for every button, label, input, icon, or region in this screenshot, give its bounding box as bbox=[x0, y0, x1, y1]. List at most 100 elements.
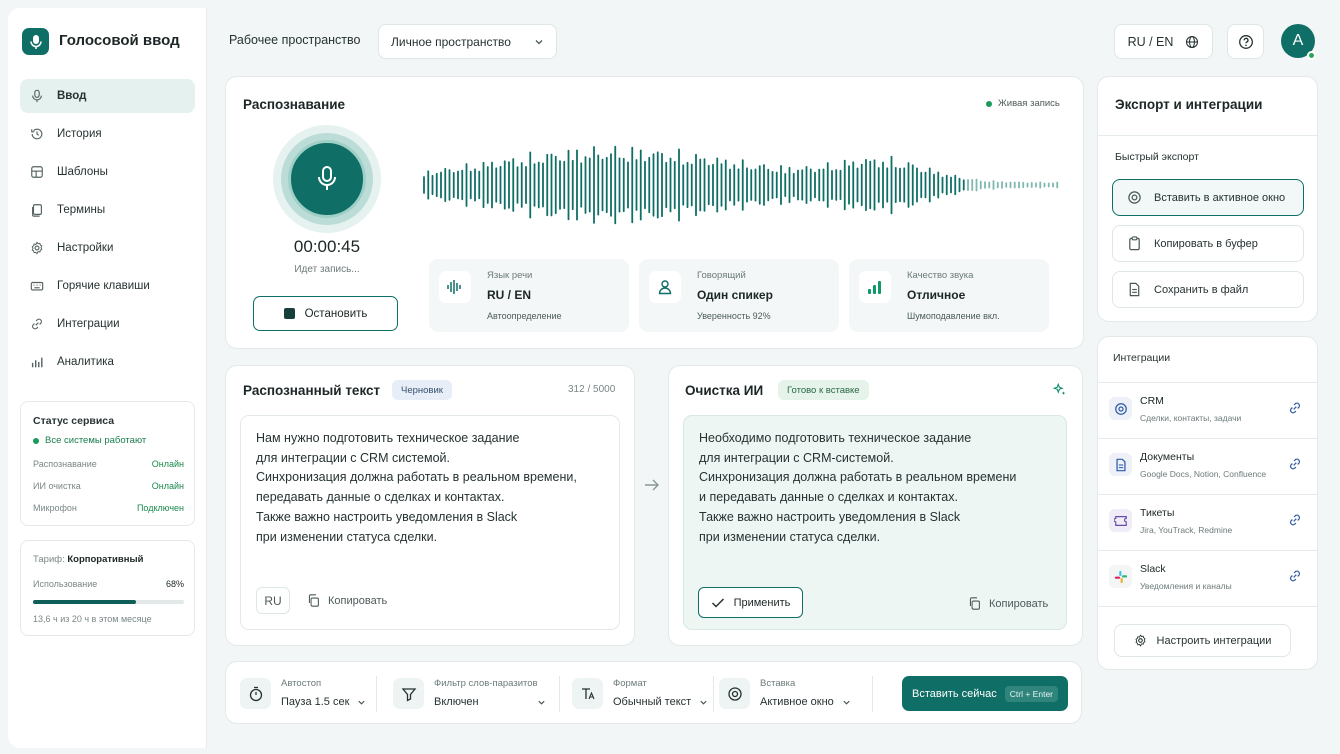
divider bbox=[376, 676, 377, 712]
waveform-icon bbox=[439, 271, 471, 303]
sidebar-nav: Ввод История Шаблоны Термины Настройки Г… bbox=[20, 79, 195, 383]
recognition-panel: Распознавание Живая запись 00:00:45 Идет… bbox=[225, 76, 1084, 349]
export-button-label: Сохранить в файл bbox=[1154, 283, 1249, 296]
live-dot bbox=[986, 100, 992, 107]
divider bbox=[872, 676, 873, 712]
sidebar-item-history[interactable]: История bbox=[20, 117, 195, 151]
export-button-label: Копировать в буфер bbox=[1154, 237, 1258, 250]
arrow-right-icon bbox=[645, 479, 659, 491]
language-button[interactable]: RU / EN bbox=[1114, 24, 1213, 59]
integration-crm[interactable]: CRM Сделки, контакты, задачи bbox=[1098, 382, 1317, 438]
status-title: Статус сервиса bbox=[33, 415, 115, 427]
sidebar-item-input[interactable]: Ввод bbox=[20, 79, 195, 113]
link-icon[interactable] bbox=[1288, 401, 1302, 415]
usage-value: 68% bbox=[165, 579, 184, 589]
usage-progress-bar bbox=[33, 600, 184, 604]
link-icon[interactable] bbox=[1288, 569, 1302, 583]
workspace-select[interactable]: Личное пространство bbox=[378, 24, 557, 59]
app-logo-mic-icon bbox=[22, 28, 49, 55]
link-icon bbox=[32, 318, 42, 330]
sidebar-item-label: Термины bbox=[57, 204, 106, 216]
sidebar-item-label: Аналитика bbox=[57, 356, 114, 368]
filter-icon bbox=[393, 678, 424, 709]
integration-tickets[interactable]: Тикеты Jira, YouTrack, Redmine bbox=[1098, 494, 1317, 550]
integration-documents[interactable]: Документы Google Docs, Notion, Confluenc… bbox=[1098, 438, 1317, 494]
sparkle-icon[interactable] bbox=[1053, 383, 1067, 397]
chevron-down-icon bbox=[843, 700, 850, 705]
ai-cleanup-panel: Очистка ИИ Готово к вставке Необходимо п… bbox=[668, 365, 1083, 646]
target-icon bbox=[1128, 191, 1141, 204]
stat-value: Отличное bbox=[907, 288, 966, 302]
status-row: ИИ очистка Онлайн bbox=[33, 481, 184, 491]
option-label: Фильтр слов-паразитов bbox=[434, 678, 538, 689]
app-title: Голосовой ввод bbox=[59, 32, 180, 49]
live-text: Живая запись bbox=[998, 98, 1060, 109]
plan-name: Корпоративный bbox=[67, 554, 144, 565]
copy-label: Копировать bbox=[989, 597, 1049, 610]
export-button-label: Вставить в активное окно bbox=[1154, 191, 1286, 204]
save-to-file-button[interactable]: Сохранить в файл bbox=[1112, 271, 1304, 308]
workspace-label: Рабочее пространство bbox=[229, 33, 361, 47]
insert-active-window-button[interactable]: Вставить в активное окно bbox=[1112, 179, 1304, 216]
export-title: Экспорт и интеграции bbox=[1115, 97, 1263, 112]
copy-raw-button[interactable]: Копировать bbox=[307, 594, 387, 607]
apply-button[interactable]: Применить bbox=[698, 587, 803, 618]
record-mic-button[interactable] bbox=[288, 140, 366, 218]
copy-ai-button[interactable]: Копировать bbox=[968, 597, 1048, 610]
status-row-label: ИИ очистка bbox=[33, 481, 81, 491]
option-format[interactable]: Формат Обычный текст bbox=[572, 676, 710, 712]
char-count: 312 / 5000 bbox=[568, 384, 616, 395]
insert-now-button[interactable]: Вставить сейчас Ctrl + Enter bbox=[902, 676, 1068, 711]
option-insert-target[interactable]: Вставка Активное окно bbox=[719, 676, 859, 712]
stop-label: Остановить bbox=[304, 307, 368, 320]
stat-label: Говорящий bbox=[697, 270, 746, 281]
text-line: при изменении статуса сделки. bbox=[699, 529, 881, 544]
sidebar-item-settings[interactable]: Настройки bbox=[20, 231, 195, 265]
status-row-label: Распознавание bbox=[33, 459, 97, 469]
status-row-value: Подключен bbox=[136, 503, 184, 513]
stat-label: Язык речи bbox=[487, 270, 533, 281]
divider bbox=[713, 676, 714, 712]
integration-slack[interactable]: Slack Уведомления и каналы bbox=[1098, 550, 1317, 606]
usage-row: Использование 68% bbox=[33, 579, 184, 589]
ai-cleaned-text[interactable]: Необходимо подготовить техническое задан… bbox=[699, 429, 1016, 547]
link-icon[interactable] bbox=[1288, 457, 1302, 471]
option-filler-filter[interactable]: Фильтр слов-паразитов Включен bbox=[393, 676, 553, 712]
recognized-text[interactable]: Нам нужно подготовить техническое задани… bbox=[256, 429, 577, 547]
sidebar-item-integrations[interactable]: Интеграции bbox=[20, 307, 195, 341]
option-value[interactable]: Пауза 1.5 сек bbox=[281, 696, 366, 708]
text-line: Синхронизация должна работать в реальном… bbox=[699, 470, 1017, 485]
configure-integrations-button[interactable]: Настроить интеграции bbox=[1114, 624, 1291, 657]
integration-name: CRM bbox=[1140, 395, 1164, 407]
help-button[interactable] bbox=[1227, 24, 1264, 59]
sidebar-item-analytics[interactable]: Аналитика bbox=[20, 345, 195, 379]
sidebar-item-hotkeys[interactable]: Горячие клавиши bbox=[20, 269, 195, 303]
option-value[interactable]: Обычный текст bbox=[613, 696, 708, 708]
sidebar-item-terms[interactable]: Термины bbox=[20, 193, 195, 227]
link-icon[interactable] bbox=[1288, 513, 1302, 527]
workspace-value: Личное пространство bbox=[391, 34, 511, 49]
ai-text-box[interactable]: Необходимо подготовить техническое задан… bbox=[683, 415, 1067, 630]
timer-icon bbox=[240, 678, 271, 709]
stop-button[interactable]: Остановить bbox=[253, 296, 398, 331]
status-row: Микрофон Подключен bbox=[33, 503, 184, 513]
language-chip[interactable]: RU bbox=[256, 587, 290, 614]
crm-icon bbox=[1109, 397, 1132, 420]
target-icon bbox=[719, 678, 750, 709]
globe-icon bbox=[1186, 35, 1199, 48]
option-autostop[interactable]: Автостоп Пауза 1.5 сек bbox=[240, 676, 366, 712]
text-format-icon bbox=[572, 678, 603, 709]
chevron-down-icon bbox=[538, 700, 545, 705]
gear-icon bbox=[31, 241, 43, 255]
sidebar-item-templates[interactable]: Шаблоны bbox=[20, 155, 195, 189]
option-value[interactable]: Активное окно bbox=[760, 696, 851, 708]
user-icon bbox=[649, 271, 681, 303]
option-value[interactable]: Включен bbox=[434, 696, 546, 708]
mic-icon bbox=[32, 89, 42, 103]
sidebar-item-label: Настройки bbox=[57, 242, 114, 254]
signal-bars-icon bbox=[859, 271, 891, 303]
usage-progress-fill bbox=[33, 600, 136, 604]
text-line: Нам нужно подготовить техническое задани… bbox=[256, 431, 520, 445]
copy-to-clipboard-button[interactable]: Копировать в буфер bbox=[1112, 225, 1304, 262]
recognized-text-box[interactable]: Нам нужно подготовить техническое задани… bbox=[240, 415, 620, 630]
